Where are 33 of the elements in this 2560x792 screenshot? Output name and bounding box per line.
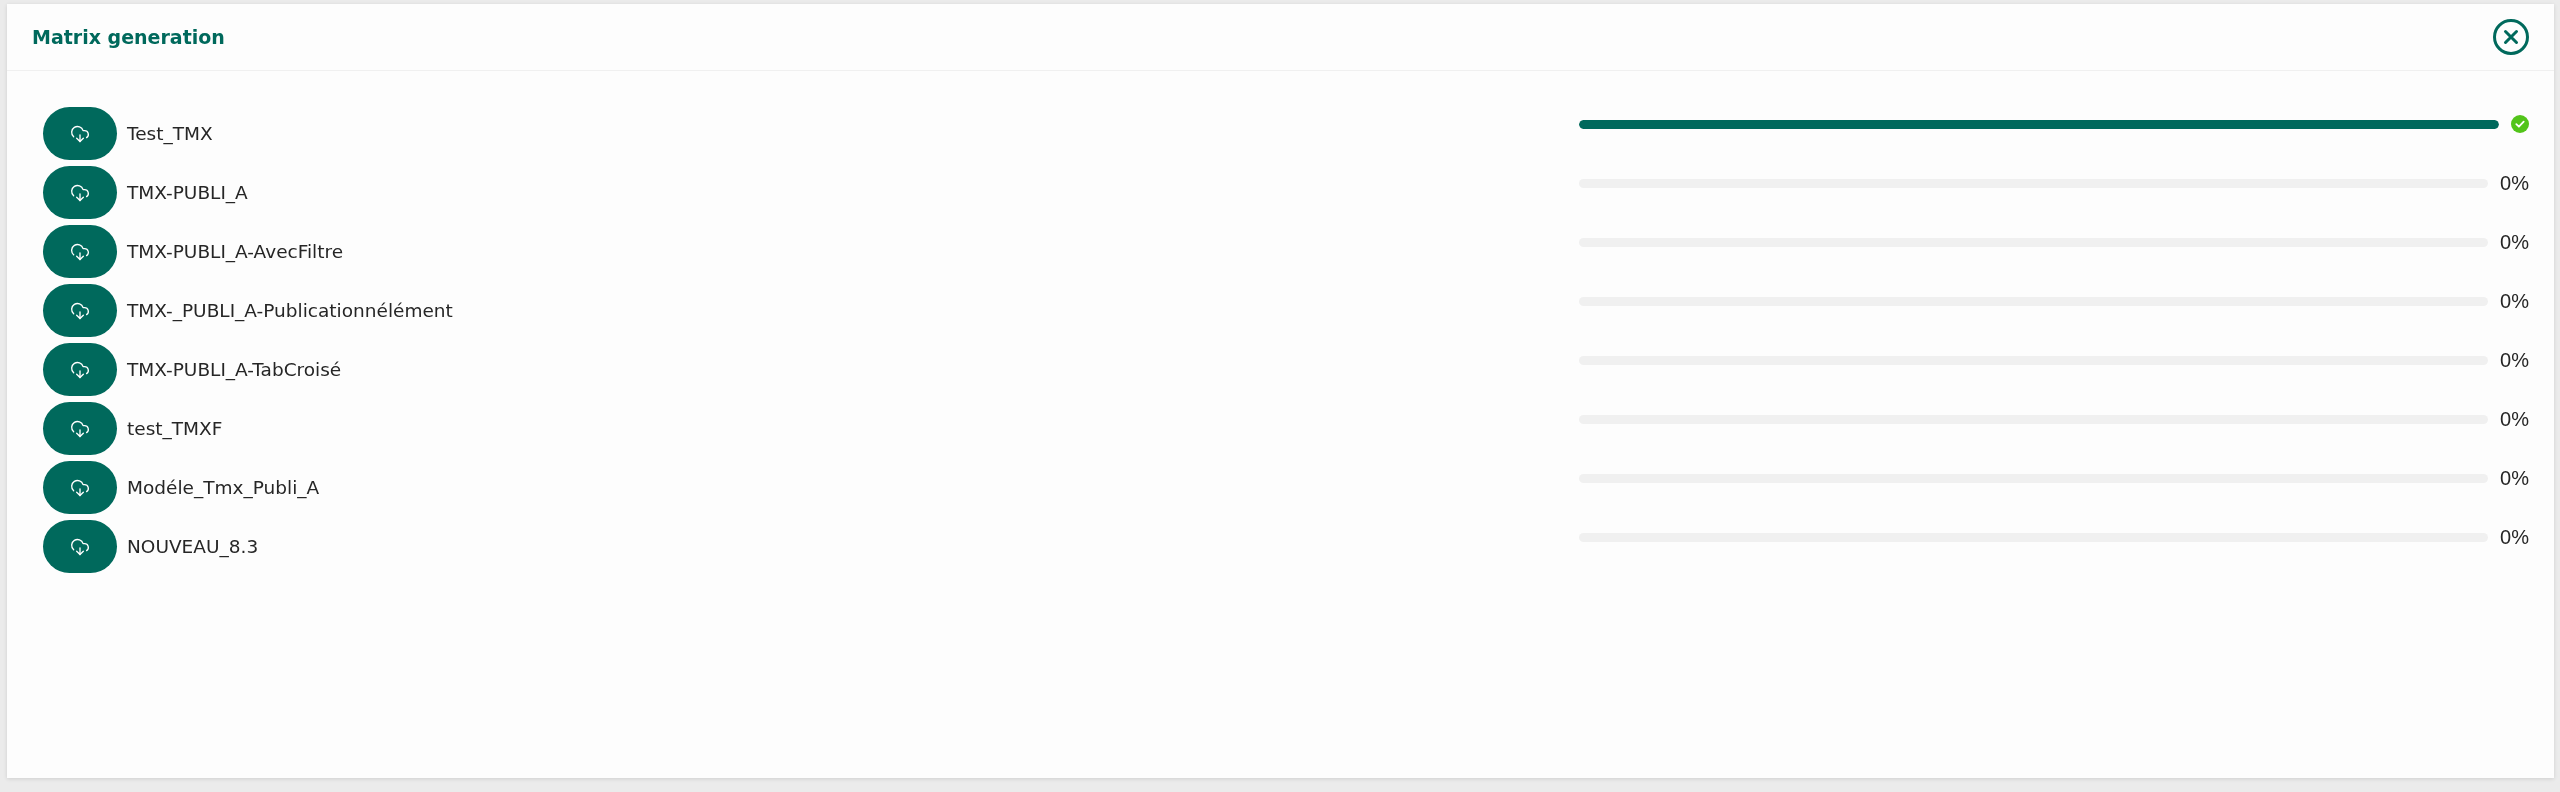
download-button[interactable]	[43, 107, 117, 160]
cloud-download-icon	[70, 477, 90, 498]
cloud-download-icon	[70, 359, 90, 380]
cloud-download-icon	[70, 123, 90, 144]
cloud-download-icon	[70, 300, 90, 321]
download-button[interactable]	[43, 343, 117, 396]
download-button[interactable]	[43, 520, 117, 573]
progress-percent: 0%	[2500, 230, 2529, 255]
file-name: TMX-PUBLI_A-AvecFiltre	[127, 239, 345, 265]
progress-percent: 0%	[2500, 466, 2529, 491]
file-name: TMX-_PUBLI_A-Publicationnélément	[127, 298, 454, 324]
cloud-download-icon	[70, 182, 90, 203]
file-name: test_TMXF	[127, 416, 224, 442]
cloud-download-icon	[70, 241, 90, 262]
file-name: TMX-PUBLI_A	[127, 180, 249, 206]
cloud-download-icon	[70, 418, 90, 439]
download-button[interactable]	[43, 284, 117, 337]
progress-percent: 0%	[2500, 348, 2529, 373]
file-name: Modéle_Tmx_Publi_A	[127, 475, 321, 501]
download-button[interactable]	[43, 461, 117, 514]
download-button[interactable]	[43, 166, 117, 219]
progress-percent: 0%	[2500, 525, 2529, 550]
download-button[interactable]	[43, 402, 117, 455]
cloud-download-icon	[70, 536, 90, 557]
download-button[interactable]	[43, 225, 117, 278]
file-name: NOUVEAU_8.3	[127, 534, 260, 560]
progress-percent: 0%	[2500, 171, 2529, 196]
dialog-title: Matrix generation	[32, 25, 225, 50]
file-name: Test_TMX	[127, 121, 214, 147]
progress-percent: 0%	[2500, 289, 2529, 314]
progress-percent: 0%	[2500, 407, 2529, 432]
file-name: TMX-PUBLI_A-TabCroisé	[127, 357, 343, 383]
close-icon[interactable]	[2493, 19, 2529, 55]
